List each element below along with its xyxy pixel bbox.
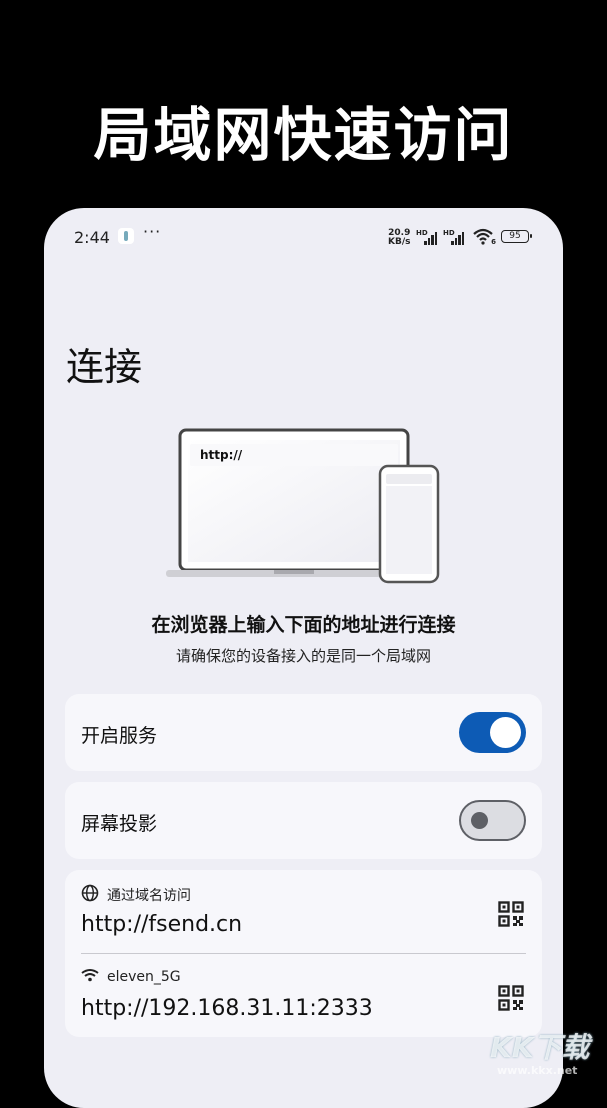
status-bar: 2:44 ··· 20.9 KB/s HD HD 6 95: [44, 208, 563, 266]
network-speed-unit: KB/s: [388, 237, 411, 247]
address-head-domain: 通过域名访问: [81, 884, 191, 906]
instruction-subtitle: 请确保您的设备接入的是同一个局域网: [175, 647, 431, 665]
notification-app-icon: [118, 228, 134, 244]
status-time: 2:44: [74, 228, 110, 247]
screen-cast-switch[interactable]: [459, 800, 526, 841]
address-row-lan: eleven_5G http://192.168.31.11:2333: [65, 954, 542, 1038]
phone-screen: 2:44 ··· 20.9 KB/s HD HD 6 95 连接 http://…: [44, 208, 563, 1108]
globe-icon: [81, 884, 99, 906]
address-url-lan[interactable]: http://192.168.31.11:2333: [81, 996, 373, 1021]
address-head-lan: eleven_5G: [81, 968, 181, 986]
wifi-icon: [81, 968, 99, 986]
wifi-badge: 6: [491, 238, 496, 246]
service-toggle-row[interactable]: 开启服务: [65, 694, 542, 771]
battery-icon: 95: [501, 230, 532, 243]
address-url-domain[interactable]: http://fsend.cn: [81, 912, 242, 937]
screen-cast-toggle-row[interactable]: 屏幕投影: [65, 782, 542, 859]
instruction-title: 在浏览器上输入下面的地址进行连接: [151, 614, 456, 636]
qr-code-icon[interactable]: [498, 901, 524, 927]
watermark-url: www.kkx.net: [497, 1064, 578, 1077]
connection-illustration: http://: [164, 426, 444, 586]
network-speed: 20.9 KB/s: [388, 229, 410, 247]
address-label-lan: eleven_5G: [107, 969, 181, 985]
screen-cast-toggle-label: 屏幕投影: [81, 813, 158, 835]
service-switch[interactable]: [459, 712, 526, 753]
address-card: 通过域名访问 http://fsend.cn eleven_5G http://…: [65, 870, 542, 1037]
address-row-domain: 通过域名访问 http://fsend.cn: [65, 870, 542, 954]
address-label-domain: 通过域名访问: [107, 888, 191, 904]
battery-level: 95: [509, 231, 521, 241]
more-notifications-icon: ···: [143, 222, 162, 241]
qr-code-icon[interactable]: [498, 985, 524, 1011]
service-toggle-label: 开启服务: [81, 725, 158, 747]
wifi-status-icon: 6: [472, 226, 496, 246]
page-title: 连接: [66, 345, 143, 389]
illustration-url-text: http://: [200, 448, 243, 462]
signal-sim1-icon: HD: [416, 229, 440, 245]
screen-cast-switch-knob: [471, 812, 488, 829]
signal-sim2-icon: HD: [443, 229, 467, 245]
service-switch-knob: [490, 717, 521, 748]
banner-title: 局域网快速访问: [93, 101, 514, 169]
watermark-logo: KK下载: [490, 1031, 590, 1064]
